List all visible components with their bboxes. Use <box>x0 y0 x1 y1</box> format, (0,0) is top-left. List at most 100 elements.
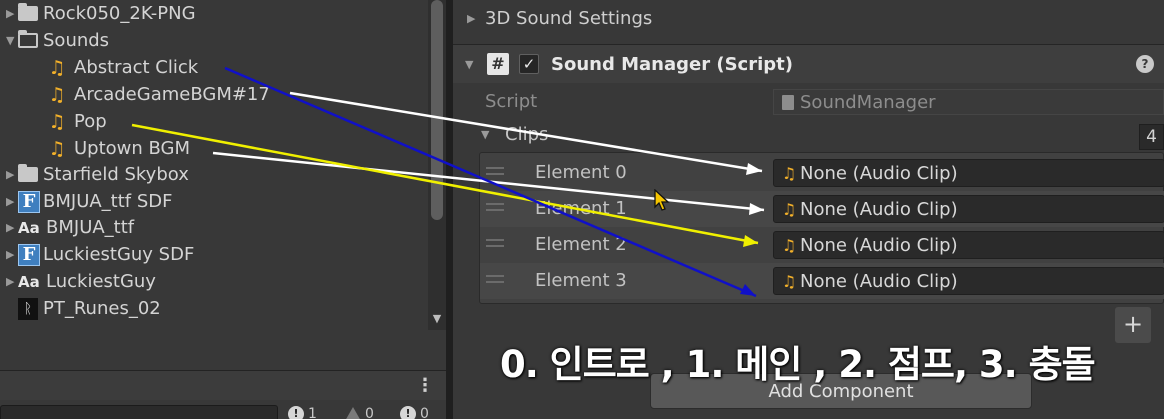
drag-handle-icon[interactable] <box>486 239 504 247</box>
collapsed-arrow-icon[interactable]: ▶ <box>6 168 18 181</box>
script-value: SoundManager <box>800 91 936 113</box>
project-scrollbar[interactable]: ▼ <box>428 0 446 330</box>
tree-item-label: LuckiestGuy SDF <box>43 244 195 265</box>
clips-foldout[interactable]: ▼ Clips <box>481 124 548 145</box>
audio-clip-field[interactable]: ♫ None (Audio Clip) <box>773 159 1164 187</box>
help-icon[interactable]: ? <box>1136 55 1154 73</box>
audio-clip-value: None (Audio Clip) <box>800 162 958 184</box>
collapsed-arrow-icon[interactable]: ▶ <box>6 195 18 208</box>
audio-icon: ♫ <box>48 110 66 133</box>
list-item[interactable]: Element 1 ♫ None (Audio Clip) <box>480 191 1164 227</box>
collapsed-arrow-icon[interactable]: ▶ <box>6 275 18 288</box>
audio-icon: ♫ <box>781 235 797 255</box>
warning-count[interactable]: 0 <box>345 404 374 419</box>
audio-clip-field[interactable]: ♫ None (Audio Clip) <box>773 267 1164 295</box>
audio-clip-field[interactable]: ♫ None (Audio Clip) <box>773 231 1164 259</box>
error-count[interactable]: ! 1 <box>288 404 317 419</box>
tree-item-label: BMJUA_ttf SDF <box>43 191 173 212</box>
audio-icon: ♫ <box>48 83 66 106</box>
project-panel: ▶ Rock050_2K-PNG ▼ Sounds ♫ Abstract Cli… <box>0 0 446 419</box>
list-item[interactable]: Element 0 ♫ None (Audio Clip) <box>480 155 1164 191</box>
font-asset-icon: F <box>18 243 40 266</box>
tree-item-label: Abstract Click <box>74 57 199 78</box>
element-label: Element 0 <box>535 162 627 183</box>
collapsed-arrow-icon[interactable]: ▶ <box>6 248 18 261</box>
tree-item-luckiestguy[interactable]: ▶ Aa LuckiestGuy <box>0 268 428 295</box>
console-toolbar: ⋮ <box>0 370 446 400</box>
audio-clip-field[interactable]: ♫ None (Audio Clip) <box>773 195 1164 223</box>
list-item[interactable]: Element 3 ♫ None (Audio Clip) <box>480 263 1164 299</box>
tree-item-pop[interactable]: ♫ Pop <box>0 108 428 135</box>
tree-item-label: LuckiestGuy <box>46 271 156 292</box>
audio-clip-value: None (Audio Clip) <box>800 198 958 220</box>
expanded-arrow-icon[interactable]: ▼ <box>465 58 485 71</box>
collapsed-arrow-icon: ▶ <box>467 11 476 25</box>
component-enabled-checkbox[interactable]: ✓ <box>519 54 539 74</box>
component-header[interactable]: ▼ # ✓ Sound Manager (Script) ? <box>453 45 1164 83</box>
texture-icon: ᚱ <box>18 297 38 320</box>
tree-item-label: Starfield Skybox <box>43 164 189 185</box>
collapsed-arrow-icon[interactable]: ▶ <box>6 7 18 20</box>
drag-handle-icon[interactable] <box>486 167 504 175</box>
console-search-input[interactable] <box>0 405 278 419</box>
add-element-button[interactable]: + <box>1115 307 1151 343</box>
script-field[interactable]: SoundManager <box>773 89 1164 115</box>
tree-item-label: ArcadeGameBGM#17 <box>74 84 270 105</box>
clips-label: Clips <box>505 124 549 145</box>
tree-item-label: Sounds <box>43 30 110 51</box>
element-label: Element 2 <box>535 234 627 255</box>
folder-icon <box>18 164 38 182</box>
mouse-cursor-icon <box>654 189 670 211</box>
scroll-thumb[interactable] <box>431 0 443 220</box>
list-item[interactable]: Element 2 ♫ None (Audio Clip) <box>480 227 1164 263</box>
font-icon: Aa <box>18 272 40 291</box>
audio-icon: ♫ <box>781 163 797 183</box>
panel-divider[interactable] <box>446 0 453 419</box>
expanded-arrow-icon: ▼ <box>481 128 490 141</box>
info-icon: ! <box>400 406 416 419</box>
audio-icon: ♫ <box>781 199 797 219</box>
element-label: Element 1 <box>535 198 627 219</box>
audio-icon: ♫ <box>48 56 66 79</box>
audio-clip-value: None (Audio Clip) <box>800 270 958 292</box>
sound-settings-foldout[interactable]: ▶ 3D Sound Settings <box>453 0 1164 36</box>
caption-overlay: 0. 인트로 , 1. 메인 , 2. 점프, 3. 충돌 <box>500 343 1096 386</box>
tree-item-luckiestguy-sdf[interactable]: ▶ F LuckiestGuy SDF <box>0 241 428 268</box>
component-title: Sound Manager (Script) <box>551 53 793 75</box>
tree-item-rock050[interactable]: ▶ Rock050_2K-PNG <box>0 0 428 27</box>
clips-size-field[interactable]: 4 <box>1139 124 1164 150</box>
tree-item-abstract-click[interactable]: ♫ Abstract Click <box>0 54 428 81</box>
folder-icon <box>18 3 38 21</box>
tree-item-bmjua-ttf[interactable]: ▶ Aa BMJUA_ttf <box>0 214 428 241</box>
tree-item-pt-runes[interactable]: ᚱ PT_Runes_02 <box>0 295 428 322</box>
tree-item-uptown-bgm[interactable]: ♫ Uptown BGM <box>0 135 428 162</box>
font-asset-icon: F <box>18 190 40 213</box>
tree-item-starfield-skybox[interactable]: ▶ Starfield Skybox <box>0 161 428 188</box>
csharp-script-icon: # <box>487 53 509 75</box>
script-label: Script <box>485 91 538 112</box>
script-file-icon <box>782 94 794 110</box>
tree-item-bmjua-sdf[interactable]: ▶ F BMJUA_ttf SDF <box>0 188 428 215</box>
tree-item-arcade-bgm[interactable]: ♫ ArcadeGameBGM#17 <box>0 81 428 108</box>
drag-handle-icon[interactable] <box>486 275 504 283</box>
sound-settings-label: 3D Sound Settings <box>485 7 653 29</box>
tree-item-label: Pop <box>74 111 107 132</box>
element-label: Element 3 <box>535 270 627 291</box>
message-count[interactable]: ! 0 <box>400 404 429 419</box>
folder-open-icon <box>18 30 38 48</box>
kebab-menu-icon[interactable]: ⋮ <box>416 375 434 396</box>
audio-clip-value: None (Audio Clip) <box>800 234 958 256</box>
error-icon: ! <box>288 406 304 419</box>
scroll-down-arrow-icon[interactable]: ▼ <box>428 310 446 328</box>
tree-item-sounds[interactable]: ▼ Sounds <box>0 27 428 54</box>
tree-item-label: Uptown BGM <box>74 138 191 159</box>
expanded-arrow-icon[interactable]: ▼ <box>6 34 18 47</box>
audio-icon: ♫ <box>48 137 66 160</box>
tree-item-label: PT_Runes_02 <box>43 298 161 319</box>
audio-icon: ♫ <box>781 271 797 291</box>
clips-list: Element 0 ♫ None (Audio Clip) Element 1 … <box>479 152 1164 304</box>
warning-icon <box>345 407 361 419</box>
tree-item-label: Rock050_2K-PNG <box>43 3 196 24</box>
drag-handle-icon[interactable] <box>486 203 504 211</box>
collapsed-arrow-icon[interactable]: ▶ <box>6 221 18 234</box>
